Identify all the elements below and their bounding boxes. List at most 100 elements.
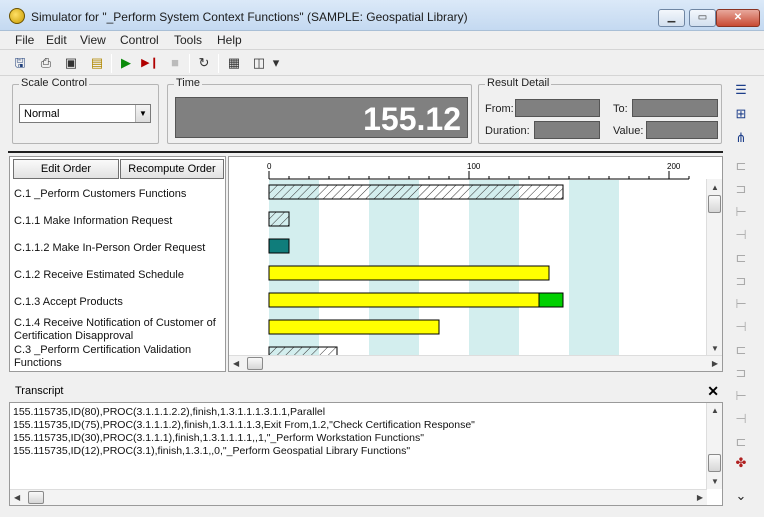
diagram-7-icon[interactable]: ⊢ [731,294,751,314]
gantt-chart[interactable]: 0 100 200 ▲ ▼ ◀ ▶ [228,156,723,372]
transcript-horizontal-scrollbar[interactable]: ◀ ▶ [10,489,707,505]
close-button[interactable]: ✕ [716,9,760,27]
reset-icon[interactable]: ↻ [194,53,214,73]
transcript-line: 155.115735,ID(80),PROC(3.1.1.1.2.2),fini… [13,406,326,418]
edit-order-button[interactable]: Edit Order [13,159,119,179]
task-label[interactable]: C.1 _Perform Customers Functions [14,188,186,201]
to-label: To: [613,103,628,115]
diagram-13-icon[interactable]: ⊏ [731,432,751,452]
scroll-left-icon[interactable]: ◀ [14,493,20,502]
diagram-3-icon[interactable]: ⊢ [731,202,751,222]
list-view-icon[interactable]: ☰ [731,80,751,100]
gantt-bar [268,238,290,254]
scroll-thumb[interactable] [28,491,44,504]
diagram-1-icon[interactable]: ⊏ [731,156,751,176]
diagram-6-icon[interactable]: ⊐ [731,271,751,291]
transcript-vertical-scrollbar[interactable]: ▲ ▼ [706,403,722,489]
task-label[interactable]: C.3 _Perform Certification Validation Fu… [14,344,224,370]
diagram-4-icon[interactable]: ⊣ [731,225,751,245]
scale-select[interactable]: Normal ▼ [19,104,151,123]
toolbar: 🖫 ⎙ ▣ ▤ ▶ ▶❙ ■ ↻ ▦ ◫ ▾ [0,49,764,76]
diagram-12-icon[interactable]: ⊣ [731,409,751,429]
scroll-down-icon[interactable]: ▼ [711,477,719,486]
diagram-11-icon[interactable]: ⊢ [731,386,751,406]
minimize-button[interactable]: ▁ [658,9,685,27]
task-label[interactable]: C.1.1 Make Information Request [14,215,172,228]
scroll-thumb[interactable] [708,454,721,472]
export-icon[interactable]: ▤ [87,53,107,73]
close-icon[interactable]: ✕ [707,383,719,400]
scroll-up-icon[interactable]: ▲ [711,406,719,415]
from-label: From: [485,103,514,115]
task-label[interactable]: C.1.2 Receive Estimated Schedule [14,269,184,282]
dropdown-icon[interactable]: ▾ [270,53,282,73]
scale-select-value: Normal [24,108,60,120]
scroll-up-icon[interactable]: ▲ [711,183,719,192]
scroll-left-icon[interactable]: ◀ [233,359,239,368]
scale-control-group: Scale Control Normal ▼ [12,77,159,144]
chevron-down-icon[interactable]: ▼ [135,105,150,122]
transcript-line: 155.115735,ID(30),PROC(3.1.1.1),finish,1… [13,432,424,444]
step-icon[interactable]: ▶❙ [140,53,160,73]
gantt-horizontal-scrollbar[interactable]: ◀ ▶ [229,355,722,371]
value-field [646,121,718,139]
duration-field [534,121,600,139]
transcript-line: 155.115735,ID(12),PROC(3.1),finish,1.3.1… [13,445,411,457]
axis-tick-label: 200 [667,162,681,171]
task-label[interactable]: C.1.3 Accept Products [14,296,123,309]
value-label: Value: [613,125,644,137]
transcript-log[interactable]: 155.115735,ID(80),PROC(3.1.1.1.2.2),fini… [9,402,723,506]
menu-tools[interactable]: Tools [174,33,202,47]
menu-help[interactable]: Help [217,33,242,47]
section-divider [8,151,723,153]
menu-view[interactable]: View [80,33,106,47]
diagram-5-icon[interactable]: ⊏ [731,248,751,268]
task-list: Edit Order Recompute Order C.1 _Perform … [9,156,226,372]
diagram-8-icon[interactable]: ⊣ [731,317,751,337]
diagram-10-icon[interactable]: ⊐ [731,363,751,383]
gantt-bar [268,292,540,308]
save-icon[interactable]: 🖫 [10,53,30,73]
more-icon[interactable]: ⌄ [731,486,751,506]
gantt-vertical-scrollbar[interactable]: ▲ ▼ [706,179,722,357]
scroll-thumb[interactable] [247,357,263,370]
hierarchy-icon[interactable]: ⊞ [731,104,751,124]
print-icon[interactable]: ⎙ [36,53,56,73]
scroll-thumb[interactable] [708,195,721,213]
toolbar-separator [189,54,190,73]
task-label[interactable]: C.1.4 Receive Notification of Customer o… [14,317,224,343]
diagram-9-icon[interactable]: ⊏ [731,340,751,360]
transcript-title: Transcript [15,385,64,397]
gantt-bar [268,211,290,227]
scroll-right-icon[interactable]: ▶ [697,493,703,502]
menu-file[interactable]: File [15,33,34,47]
recompute-order-button[interactable]: Recompute Order [120,159,224,179]
scroll-right-icon[interactable]: ▶ [712,359,718,368]
menu-control[interactable]: Control [120,33,159,47]
tree-icon[interactable]: ⋔ [731,128,751,148]
result-detail-title: Result Detail [485,77,552,89]
menu-bar: File Edit View Control Tools Help [0,31,764,49]
time-title: Time [174,77,203,89]
time-group: Time 155.12 [167,77,472,144]
view-sidebar: ☰ ⊞ ⋔ ⊏ ⊐ ⊢ ⊣ ⊏ ⊐ ⊢ ⊣ ⊏ ⊐ ⊢ ⊣ ⊏ ✤ ⌄ [727,78,756,510]
maximize-button[interactable]: ▭ [689,9,716,27]
axis-tick-label: 0 [267,162,272,171]
print-preview-icon[interactable]: ▣ [61,53,81,73]
transcript-header: Transcript ✕ [9,381,723,401]
scale-control-title: Scale Control [19,77,90,89]
menu-edit[interactable]: Edit [46,33,67,47]
gantt-bar [268,184,564,200]
scroll-down-icon[interactable]: ▼ [711,344,719,353]
diagram-2-icon[interactable]: ⊐ [731,179,751,199]
stop-icon[interactable]: ■ [165,53,185,73]
time-band [569,180,619,356]
gantt-bar [268,265,550,281]
task-label[interactable]: C.1.1.2 Make In-Person Order Request [14,242,205,255]
grid-icon[interactable]: ▦ [224,53,244,73]
play-icon[interactable]: ▶ [116,53,136,73]
app-icon [9,8,25,24]
simulator-icon[interactable]: ✤ [731,453,751,473]
duration-label: Duration: [485,125,530,137]
layout-icon[interactable]: ◫ [249,53,269,73]
